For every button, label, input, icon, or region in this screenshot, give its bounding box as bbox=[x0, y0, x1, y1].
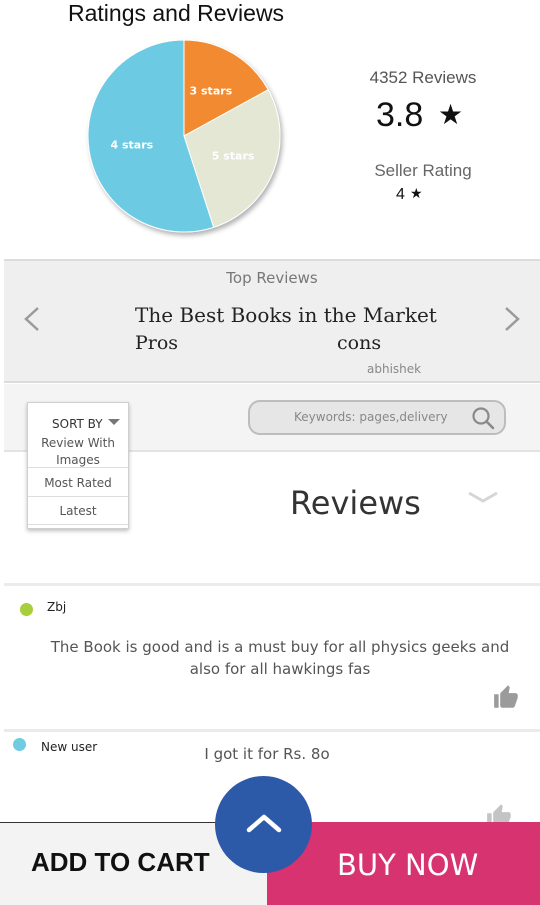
pie-slice-label: 3 stars bbox=[190, 85, 233, 98]
search-placeholder: Keywords: pages,delivery bbox=[294, 410, 448, 424]
sort-by-label: SORT BY bbox=[52, 417, 103, 431]
chevron-left-icon[interactable] bbox=[22, 305, 42, 340]
pros-label: Pros bbox=[135, 332, 179, 354]
sort-option-review-with-images[interactable]: Review With Images bbox=[28, 435, 128, 469]
caret-down-icon bbox=[108, 419, 120, 425]
pie-slice-label: 5 stars bbox=[212, 149, 255, 162]
star-icon: ★ bbox=[410, 186, 423, 202]
chevron-up-icon bbox=[246, 814, 282, 833]
star-icon: ★ bbox=[438, 98, 464, 131]
top-reviews-title: Top Reviews bbox=[226, 269, 318, 287]
sort-option-most-rated[interactable]: Most Rated bbox=[28, 467, 128, 497]
chevron-right-icon[interactable] bbox=[502, 305, 522, 340]
thumbs-up-icon[interactable] bbox=[493, 683, 520, 710]
user-avatar-dot bbox=[20, 603, 33, 616]
seller-rating-label: Seller Rating bbox=[374, 161, 472, 180]
search-input[interactable]: Keywords: pages,delivery bbox=[248, 400, 506, 435]
review-text: I got it for Rs. 8o bbox=[204, 745, 330, 763]
ratings-pie-chart: 3 stars 5 stars 4 stars bbox=[87, 39, 281, 233]
top-review-heading: The Best Books in the Market bbox=[135, 303, 437, 327]
reviews-heading: Reviews bbox=[290, 484, 421, 522]
sort-option-latest[interactable]: Latest bbox=[28, 497, 128, 525]
divider bbox=[4, 729, 540, 732]
seller-rating-value: 4 bbox=[396, 186, 405, 203]
pie-slice-label: 4 stars bbox=[111, 138, 154, 151]
ratings-title: Ratings and Reviews bbox=[68, 0, 285, 26]
top-review-author: abhishek bbox=[367, 362, 422, 376]
add-to-cart-label: ADD TO CART bbox=[31, 847, 210, 877]
top-reviews-carousel: Top Reviews The Best Books in the Market… bbox=[4, 259, 540, 383]
sort-dropdown: SORT BY Review With Images Most Rated La… bbox=[27, 402, 129, 529]
average-rating: 3.8 bbox=[376, 96, 424, 134]
divider bbox=[4, 583, 540, 586]
buy-now-label: BUY NOW bbox=[337, 848, 479, 882]
reviews-count: 4352 Reviews bbox=[369, 68, 477, 87]
chevron-down-icon[interactable] bbox=[466, 488, 500, 508]
cons-label: cons bbox=[337, 332, 382, 354]
scroll-to-top-button[interactable] bbox=[215, 776, 312, 873]
search-icon[interactable] bbox=[470, 405, 496, 431]
review-username: Zbj bbox=[47, 600, 67, 614]
review-text: The Book is good and is a must buy for a… bbox=[50, 638, 510, 678]
